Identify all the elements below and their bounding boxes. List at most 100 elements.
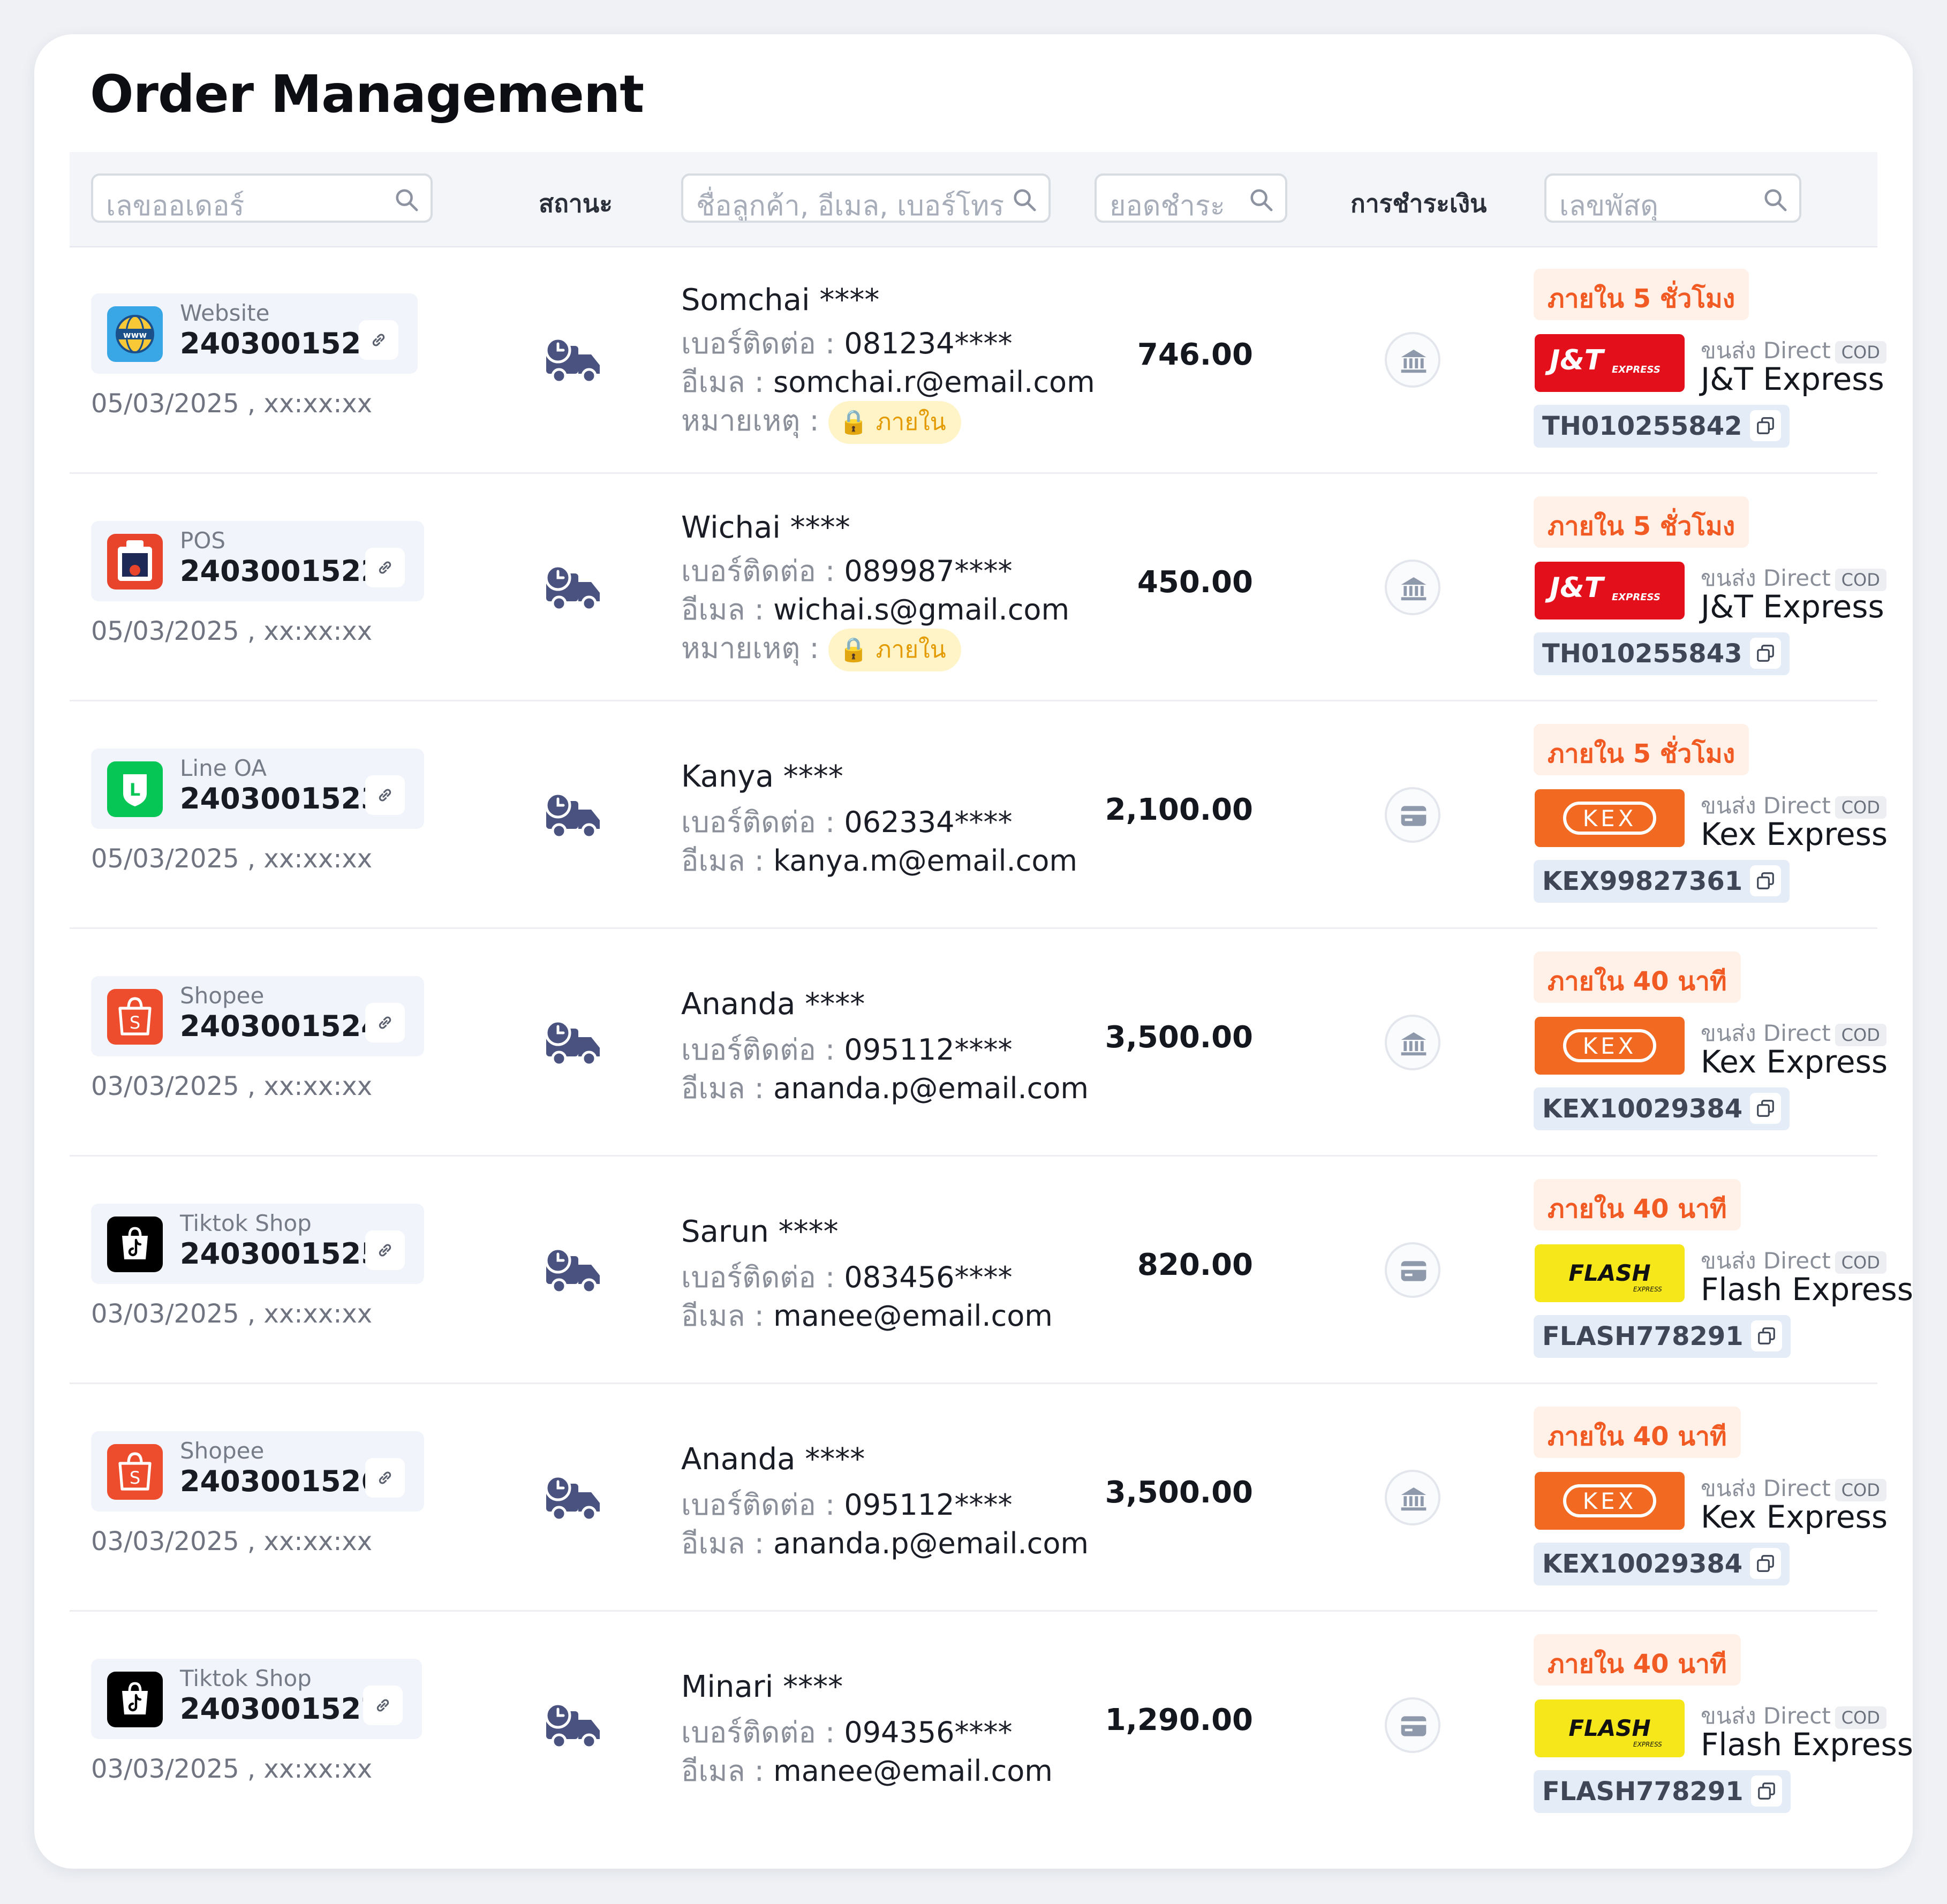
- table-row[interactable]: L Line OA 2403001523 05/03/2025 , xx:xx:…: [70, 701, 1888, 929]
- bank-icon: [1401, 350, 1427, 373]
- link-button[interactable]: [359, 320, 398, 360]
- channel-logo: [107, 1217, 163, 1272]
- order-amount: 1,290.00: [1105, 1703, 1253, 1737]
- channel-name: Line OA: [180, 755, 267, 781]
- courier-name: Flash Express: [1701, 1726, 1913, 1763]
- order-number-search-input[interactable]: เลขออเดอร์: [91, 173, 433, 223]
- email-label: อีเมล :: [681, 1754, 764, 1788]
- line-oa-logo-icon: L: [107, 761, 163, 817]
- tracking-number: KEX99827361: [1542, 866, 1743, 896]
- search-icon: [1764, 189, 1787, 211]
- courier-logo: J&T EXPRESS: [1535, 562, 1685, 619]
- link-button[interactable]: [365, 775, 405, 815]
- payment-method[interactable]: [1385, 1697, 1440, 1753]
- customer-search-input[interactable]: ชื่อลูกค้า, อีเมล, เบอร์โทร: [681, 173, 1051, 223]
- copy-button[interactable]: [1750, 1320, 1782, 1351]
- table-row[interactable]: Tiktok Shop 2403001527 03/03/2025 , xx:x…: [70, 1612, 1913, 1838]
- phone-label: เบอร์ติดต่อ :: [681, 1488, 835, 1522]
- cod-badge: COD: [1835, 1023, 1886, 1046]
- tracking-search-input[interactable]: เลขพัสดุ: [1544, 173, 1801, 223]
- link-button[interactable]: [365, 1230, 405, 1270]
- tracking-number-chip[interactable]: KEX10029384: [1534, 1087, 1790, 1130]
- copy-icon: [1757, 1327, 1775, 1344]
- ship-direct-text: ขนส่ง Direct: [1701, 1475, 1831, 1501]
- phone-value: 083456****: [844, 1260, 1013, 1294]
- payment-method[interactable]: [1385, 1015, 1440, 1070]
- tracking-number: KEX10029384: [1542, 1094, 1743, 1124]
- channel-logo: [107, 534, 163, 590]
- copy-button[interactable]: [1749, 410, 1781, 441]
- copy-button[interactable]: [1750, 1548, 1782, 1579]
- table-row[interactable]: Tiktok Shop 2403001525 03/03/2025 , xx:x…: [70, 1157, 1913, 1384]
- order-chip[interactable]: S Shopee 2403001526: [91, 1431, 424, 1512]
- note-badge: 🔒 ภายใน: [828, 401, 961, 444]
- note-value: ภายใน: [876, 636, 946, 664]
- tracking-number-chip[interactable]: TH010255842: [1534, 405, 1790, 448]
- order-chip[interactable]: L Line OA 2403001523: [91, 749, 424, 829]
- link-button[interactable]: [365, 548, 405, 587]
- customer-email: อีเมล : ananda.p@email.com: [681, 1065, 1089, 1111]
- kex-express-logo: KEX: [1535, 1017, 1685, 1075]
- tracking-number-chip[interactable]: FLASH778291: [1534, 1770, 1791, 1813]
- link-button[interactable]: [365, 1003, 405, 1042]
- channel-name: Shopee: [180, 1438, 265, 1464]
- kex-express-logo: KEX: [1535, 1472, 1685, 1530]
- channel-name: Tiktok Shop: [180, 1210, 312, 1236]
- order-chip[interactable]: S Shopee 2403001524: [91, 976, 424, 1056]
- ship-direct-text: ขนส่ง Direct: [1701, 792, 1831, 819]
- courier-logo: KEX: [1535, 789, 1685, 847]
- svg-text:EXPRESS: EXPRESS: [1612, 364, 1661, 375]
- link-button[interactable]: [365, 1458, 405, 1498]
- payment-method[interactable]: [1385, 560, 1440, 615]
- channel-name: Shopee: [180, 983, 265, 1009]
- order-number-placeholder: เลขออเดอร์: [106, 190, 245, 222]
- payment-method[interactable]: [1385, 332, 1440, 388]
- copy-icon: [1757, 872, 1775, 889]
- courier-name: Kex Express: [1701, 1044, 1888, 1080]
- copy-button[interactable]: [1750, 1775, 1782, 1807]
- flash-express-logo: FLASHEXPRESS: [1535, 1699, 1685, 1757]
- order-date: 05/03/2025 , xx:xx:xx: [91, 616, 373, 646]
- order-chip[interactable]: www Website 2403001521: [91, 293, 418, 374]
- copy-button[interactable]: [1749, 638, 1781, 669]
- search-icon: [396, 189, 418, 211]
- customer-email: อีเมล : manee@email.com: [681, 1748, 1053, 1794]
- sla-badge: ภายใน 5 ชั่วโมง: [1534, 269, 1749, 320]
- tracking-number-chip[interactable]: KEX99827361: [1534, 860, 1790, 903]
- table-row[interactable]: S Shopee 2403001524 03/03/2025 , xx:xx:x…: [70, 929, 1888, 1157]
- order-chip[interactable]: POS 2403001522: [91, 521, 424, 601]
- cod-badge: COD: [1835, 568, 1886, 591]
- order-amount: 3,500.00: [1105, 1475, 1253, 1510]
- phone-label: เบอร์ติดต่อ :: [681, 1716, 835, 1749]
- delivery-truck-icon: [545, 564, 600, 611]
- customer-note: หมายเหตุ : 🔒 ภายใน: [681, 625, 961, 672]
- channel-logo: S: [107, 1444, 163, 1500]
- tracking-number: FLASH778291: [1542, 1321, 1744, 1351]
- email-label: อีเมล :: [681, 844, 764, 878]
- phone-label: เบอร์ติดต่อ :: [681, 554, 835, 588]
- order-chip[interactable]: Tiktok Shop 2403001527: [91, 1659, 422, 1739]
- link-button[interactable]: [363, 1686, 403, 1725]
- copy-button[interactable]: [1750, 1093, 1782, 1124]
- tracking-number-chip[interactable]: TH010255843: [1534, 632, 1790, 675]
- search-icon: [1014, 189, 1036, 211]
- tracking-number-chip[interactable]: KEX10029384: [1534, 1543, 1790, 1585]
- pos-logo-icon: [107, 534, 163, 590]
- payment-method[interactable]: [1385, 787, 1440, 843]
- amount-search-input[interactable]: ยอดชำระ: [1095, 173, 1287, 223]
- table-row[interactable]: S Shopee 2403001526 03/03/2025 , xx:xx:x…: [70, 1384, 1888, 1612]
- svg-text:EXPRESS: EXPRESS: [1612, 592, 1661, 603]
- order-chip[interactable]: Tiktok Shop 2403001525: [91, 1204, 424, 1284]
- table-row[interactable]: POS 2403001522 05/03/2025 , xx:xx:xx Wic…: [70, 474, 1886, 701]
- order-id: 2403001526: [180, 1464, 381, 1498]
- payment-method[interactable]: [1385, 1242, 1440, 1298]
- courier-name: J&T Express: [1701, 588, 1884, 625]
- payment-method[interactable]: [1385, 1470, 1440, 1525]
- phone-label: เบอร์ติดต่อ :: [681, 1260, 835, 1294]
- customer-note: หมายเหตุ : 🔒 ภายใน: [681, 397, 961, 444]
- tracking-number-chip[interactable]: FLASH778291: [1534, 1315, 1791, 1358]
- note-badge: 🔒 ภายใน: [828, 629, 961, 672]
- table-row[interactable]: www Website 2403001521 05/03/2025 , xx:x…: [70, 246, 1886, 474]
- svg-text:KEX: KEX: [1583, 1033, 1637, 1059]
- copy-button[interactable]: [1750, 865, 1782, 896]
